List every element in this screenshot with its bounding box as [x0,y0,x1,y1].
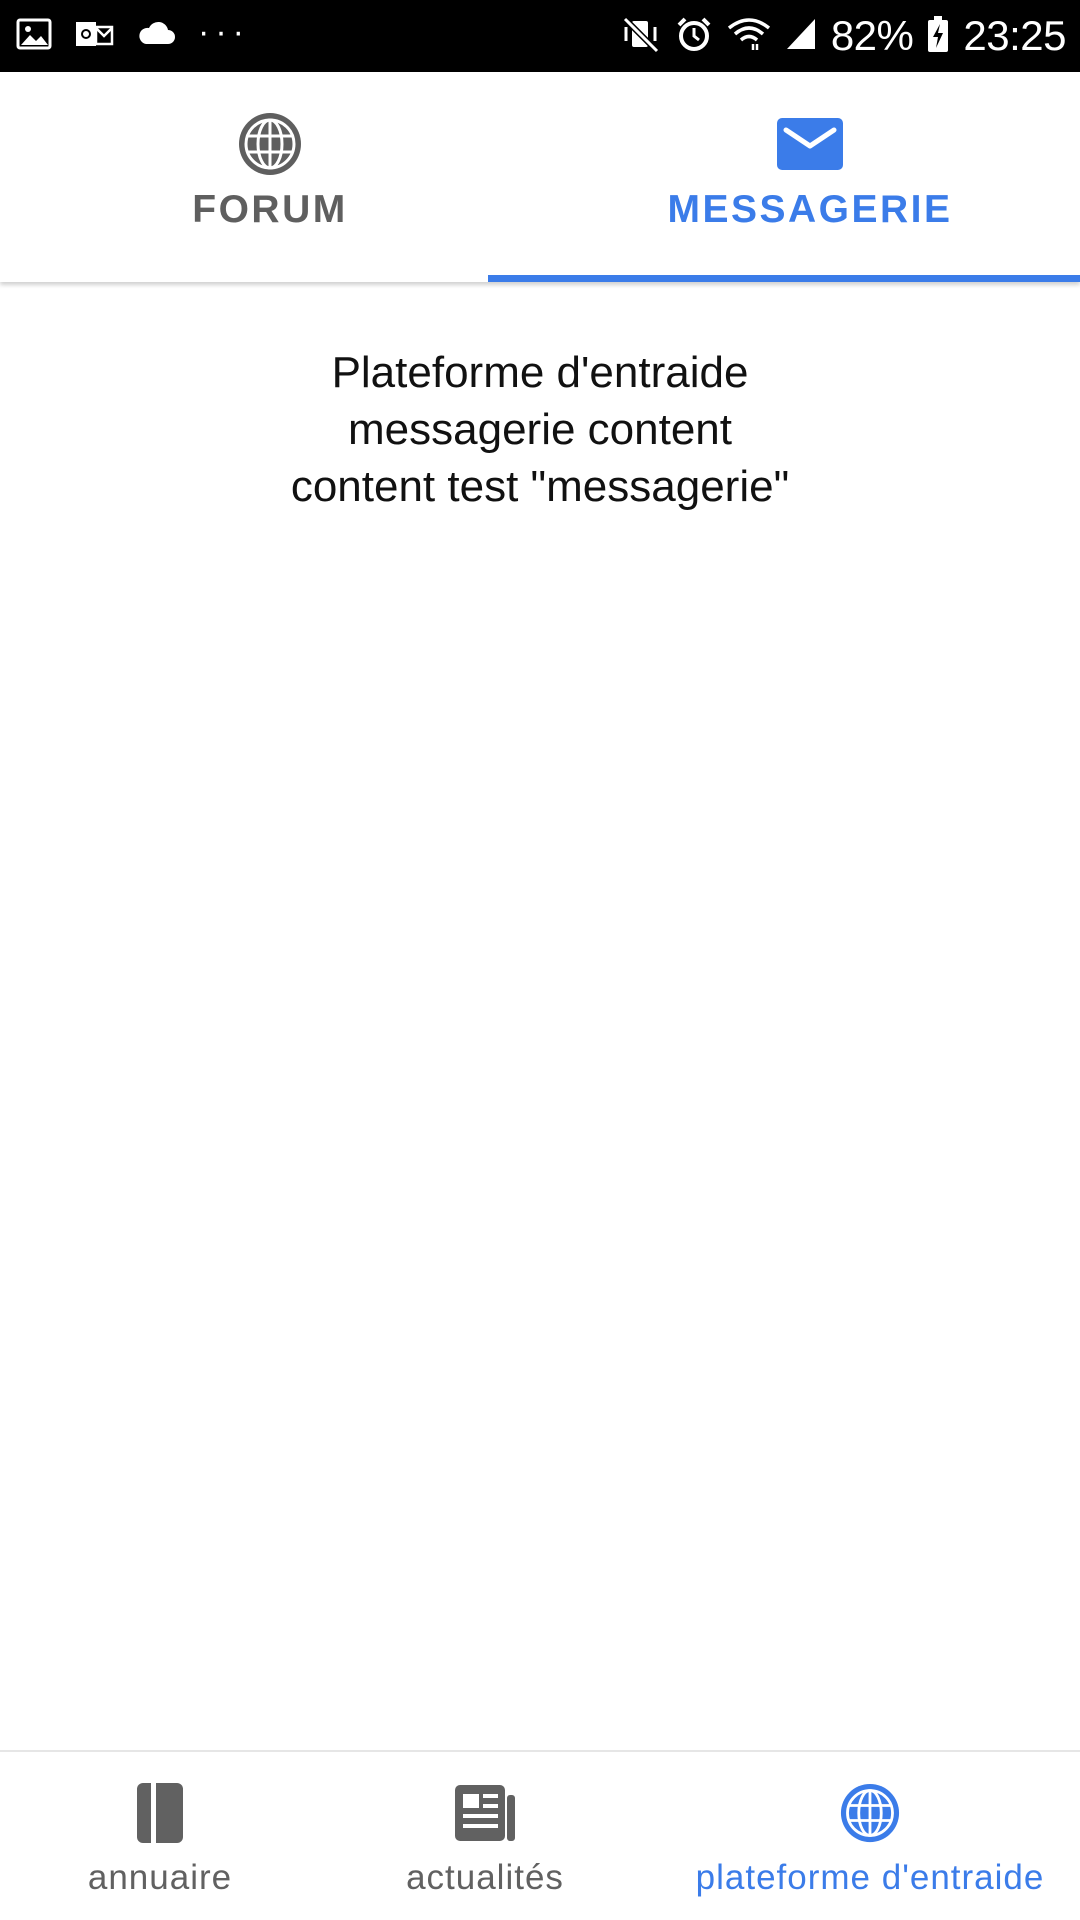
content-line-1: Plateforme d'entraide [331,348,749,397]
battery-charging-icon [927,15,949,58]
nav-item-annuaire[interactable]: annuaire [60,1752,260,1920]
tab-messagerie-label: MESSAGERIE [667,188,953,231]
nav-label-plateforme-entraide: plateforme d'entraide [695,1858,1045,1897]
page-content-text: Plateforme d'entraide messagerie content… [0,344,1080,515]
gallery-icon [16,18,52,55]
signal-icon [785,17,817,56]
nav-label-annuaire: annuaire [87,1858,233,1897]
nav-item-actualites[interactable]: actualités [385,1752,585,1920]
tab-forum[interactable]: FORUM [0,72,540,282]
nav-item-plateforme-entraide[interactable]: plateforme d'entraide [670,1752,1070,1920]
bottom-navigation: annuaire actualités plateforme d'entraid… [0,1750,1080,1920]
vibrate-mute-icon [621,15,661,58]
status-bar: ··· 82% 23:25 [0,0,1080,72]
clock: 23:25 [963,12,1066,59]
battery-percent: 82% [830,12,914,59]
nav-label-actualites: actualités [406,1858,564,1897]
envelope-icon [777,112,843,176]
book-icon [136,1782,184,1844]
content-line-2: messagerie content [348,405,732,454]
content-line-3: content test "messagerie" [290,462,790,511]
wifi-icon [727,16,771,57]
cloud-icon [136,20,176,53]
tab-messagerie[interactable]: MESSAGERIE [540,72,1080,282]
main-content: Plateforme d'entraide messagerie content… [0,282,1080,1752]
globe-icon [840,1782,900,1844]
newspaper-icon [455,1782,515,1844]
active-tab-indicator [488,275,1080,282]
top-tab-bar: FORUM MESSAGERIE [0,72,1080,282]
alarm-icon [675,15,713,58]
more-notifications-indicator: ··· [198,13,250,51]
globe-icon [238,112,302,176]
status-bar-left: ··· [16,0,272,72]
outlook-icon [74,18,114,55]
tab-forum-label: FORUM [192,188,348,231]
status-bar-right: 82% 23:25 [607,0,1066,72]
